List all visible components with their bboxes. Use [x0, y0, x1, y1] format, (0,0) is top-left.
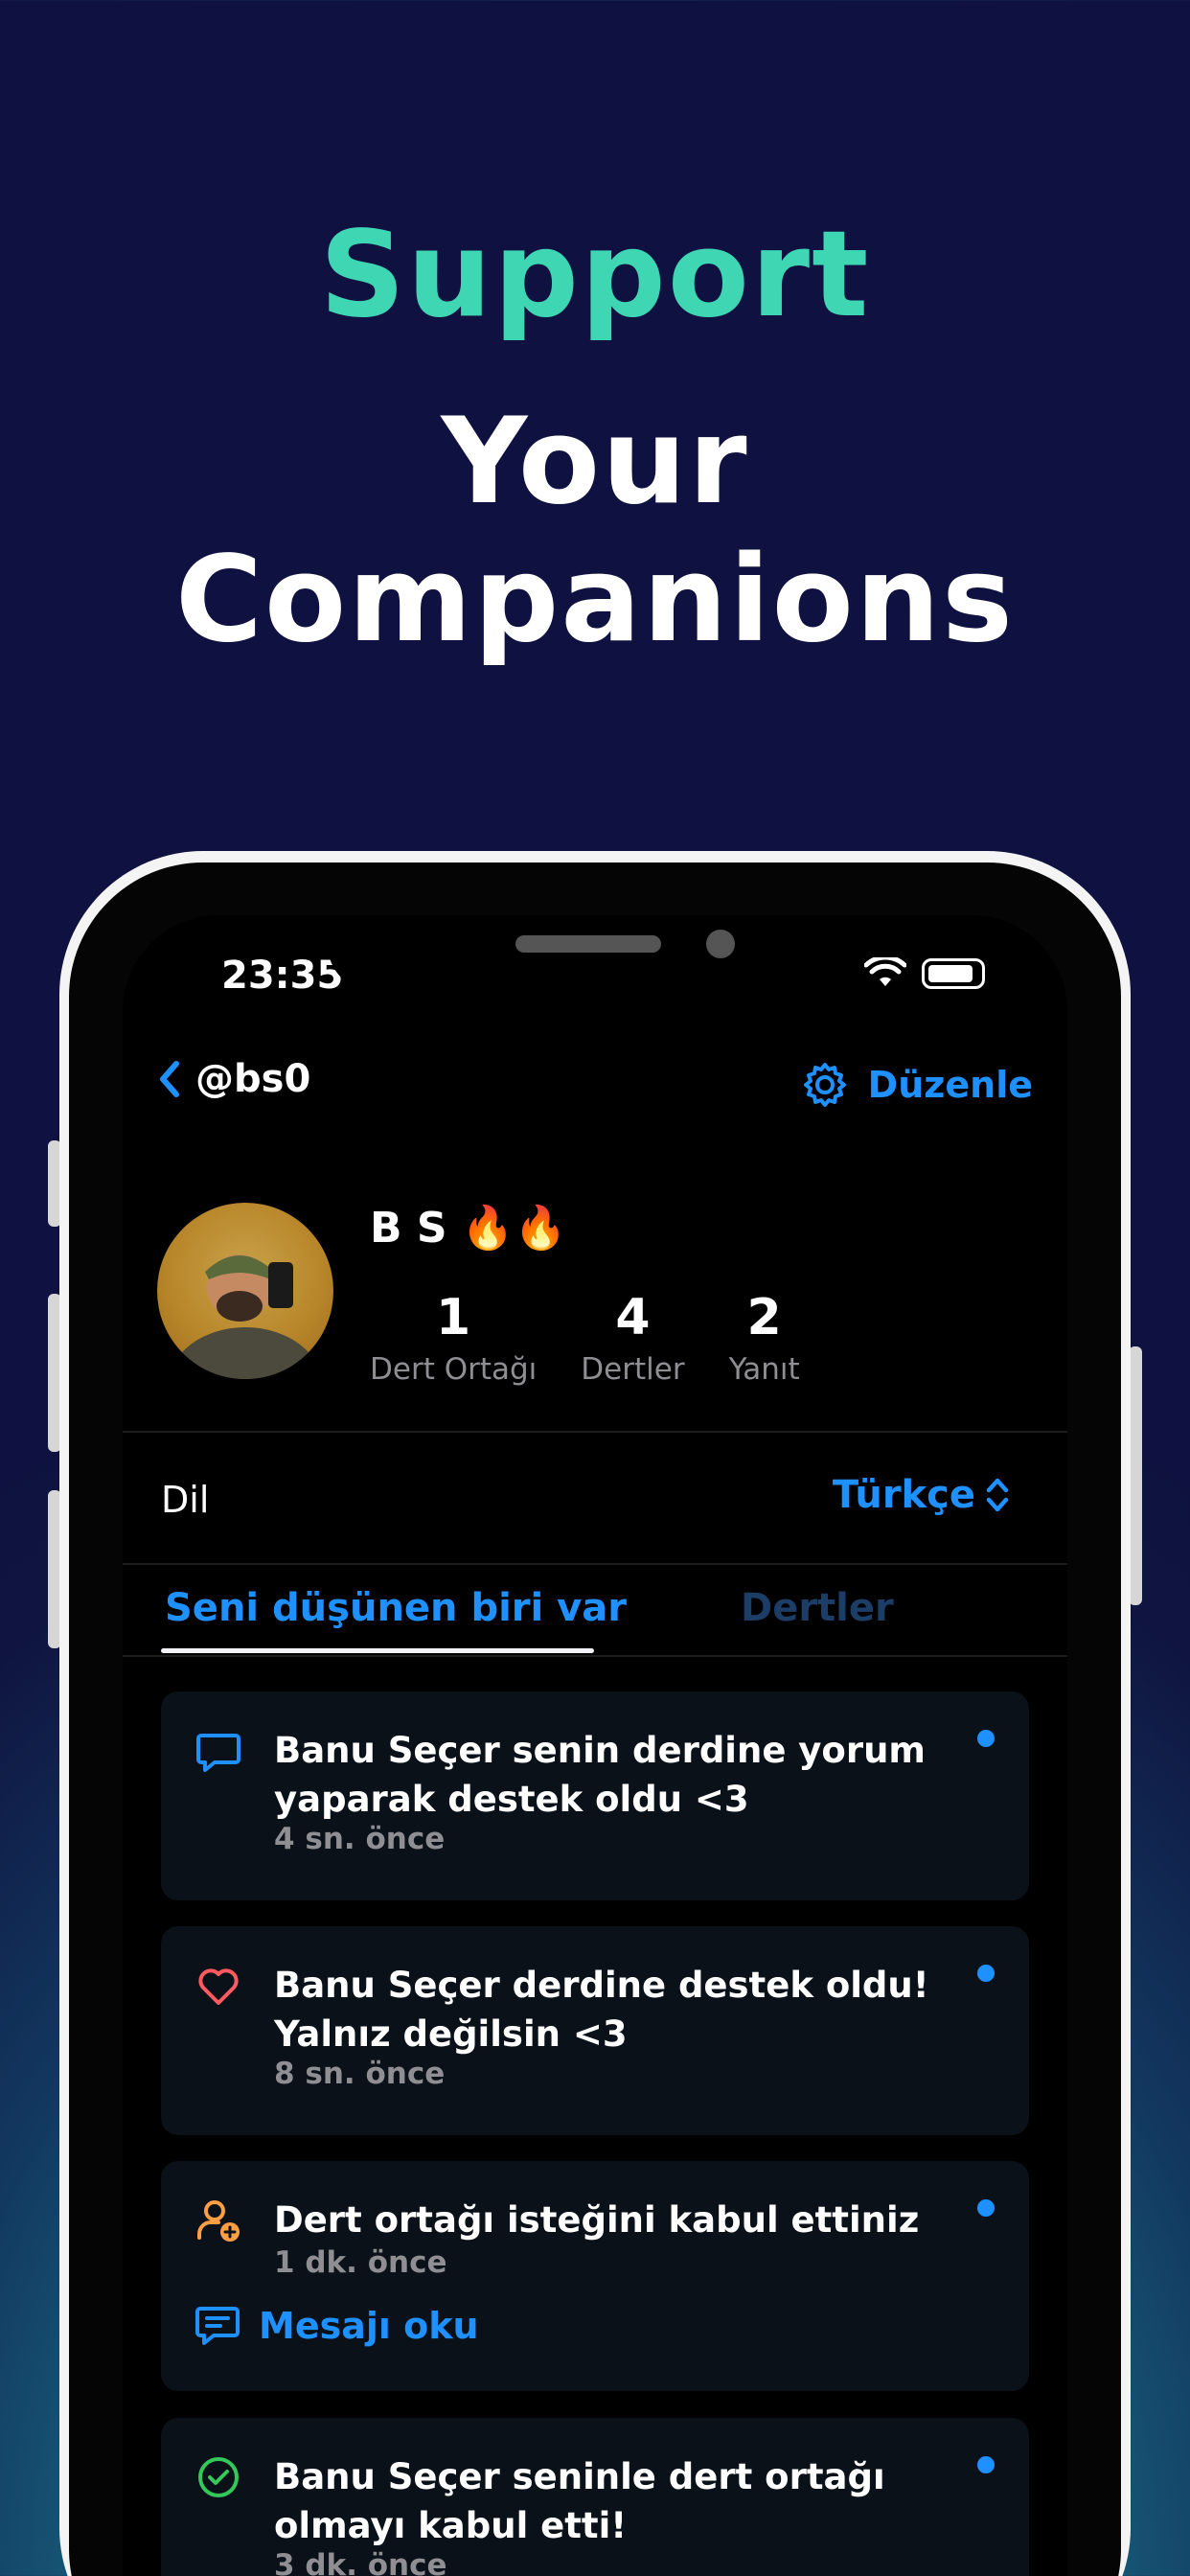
heart-icon — [198, 1968, 239, 2005]
unread-dot — [977, 1965, 995, 1982]
edit-label: Düzenle — [867, 1064, 1033, 1106]
notification-card[interactable]: Banu Seçer seninle dert ortağı olmayı ka… — [161, 2418, 1029, 2576]
chevron-left-icon — [160, 1061, 179, 1097]
notification-text: Banu Seçer seninle dert ortağı olmayı ka… — [274, 2456, 885, 2546]
stat-value: 1 — [436, 1289, 471, 1346]
message-icon — [195, 2307, 240, 2345]
chevron-updown-icon — [986, 1478, 1009, 1512]
comment-icon — [196, 1734, 240, 1772]
phone-notch — [328, 918, 864, 991]
notification-time: 1 dk. önce — [274, 2245, 447, 2280]
read-message-label: Mesajı oku — [259, 2305, 479, 2347]
read-message-button[interactable]: Mesajı oku — [195, 2305, 479, 2347]
notification-card[interactable]: Banu Seçer senin derdine yorum yaparak d… — [161, 1691, 1029, 1900]
language-select[interactable]: Türkçe — [833, 1473, 1010, 1517]
tab-active-indicator — [161, 1648, 594, 1653]
divider — [123, 1563, 1067, 1565]
edit-profile-button[interactable]: Düzenle — [801, 1061, 1033, 1109]
unread-dot — [977, 2199, 995, 2217]
avatar[interactable] — [157, 1203, 333, 1379]
notification-time: 3 dk. önce — [274, 2548, 447, 2576]
wifi-icon — [864, 957, 906, 986]
speaker-grille — [515, 935, 661, 953]
unread-dot — [977, 2456, 995, 2473]
notification-card[interactable]: Dert ortağı isteğini kabul ettiniz 1 dk.… — [161, 2161, 1029, 2391]
stat-value: 2 — [746, 1289, 782, 1346]
unread-dot — [977, 1730, 995, 1747]
nav-username: @bs0 — [195, 1057, 311, 1101]
notification-time: 8 sn. önce — [274, 2057, 446, 2091]
notification-text: Dert ortağı isteğini kabul ettiniz — [274, 2199, 920, 2241]
status-time: 23:35 — [221, 954, 344, 998]
stat-troubles[interactable]: 4 Dertler — [581, 1289, 684, 1387]
stat-value: 4 — [615, 1289, 651, 1346]
status-icons — [864, 957, 985, 990]
stat-label: Yanıt — [728, 1352, 800, 1387]
back-button[interactable]: @bs0 — [157, 1057, 310, 1101]
tab-troubles[interactable]: Dertler — [741, 1586, 894, 1630]
power-button — [1129, 1346, 1142, 1605]
divider — [123, 1431, 1067, 1433]
tab-someone-thinks-of-you[interactable]: Seni düşünen biri var — [165, 1586, 627, 1630]
battery-icon — [922, 958, 985, 989]
gear-icon — [803, 1063, 846, 1107]
avatar-photo — [169, 1254, 322, 1379]
notification-text: Banu Seçer derdine destek oldu! Yalnız d… — [274, 1965, 929, 2055]
hero-title-line1: Support — [319, 206, 871, 344]
profile-stats: 1 Dert Ortağı 4 Dertler 2 Yanıt — [370, 1289, 800, 1387]
stat-label: Dert Ortağı — [370, 1352, 538, 1387]
phone-screen: 23:35 @bs0 Düzenle B S 🔥🔥 1 Dert Ortağı … — [123, 915, 1067, 2576]
stat-companions[interactable]: 1 Dert Ortağı — [370, 1289, 537, 1387]
stat-replies[interactable]: 2 Yanıt — [729, 1289, 800, 1387]
user-add-icon — [197, 2200, 240, 2242]
notification-time: 4 sn. önce — [274, 1822, 446, 1856]
check-circle-icon — [198, 2457, 239, 2497]
stat-label: Dertler — [581, 1352, 685, 1387]
notification-card[interactable]: Banu Seçer derdine destek oldu! Yalnız d… — [161, 1926, 1029, 2135]
hero-title-line2: Your Companions — [175, 393, 1015, 669]
divider — [123, 1655, 1067, 1657]
language-label: Dil — [161, 1479, 210, 1521]
language-value: Türkçe — [832, 1473, 975, 1517]
display-name: B S 🔥🔥 — [370, 1204, 567, 1253]
front-camera — [706, 930, 735, 958]
notification-text: Banu Seçer senin derdine yorum yaparak d… — [274, 1730, 926, 1820]
